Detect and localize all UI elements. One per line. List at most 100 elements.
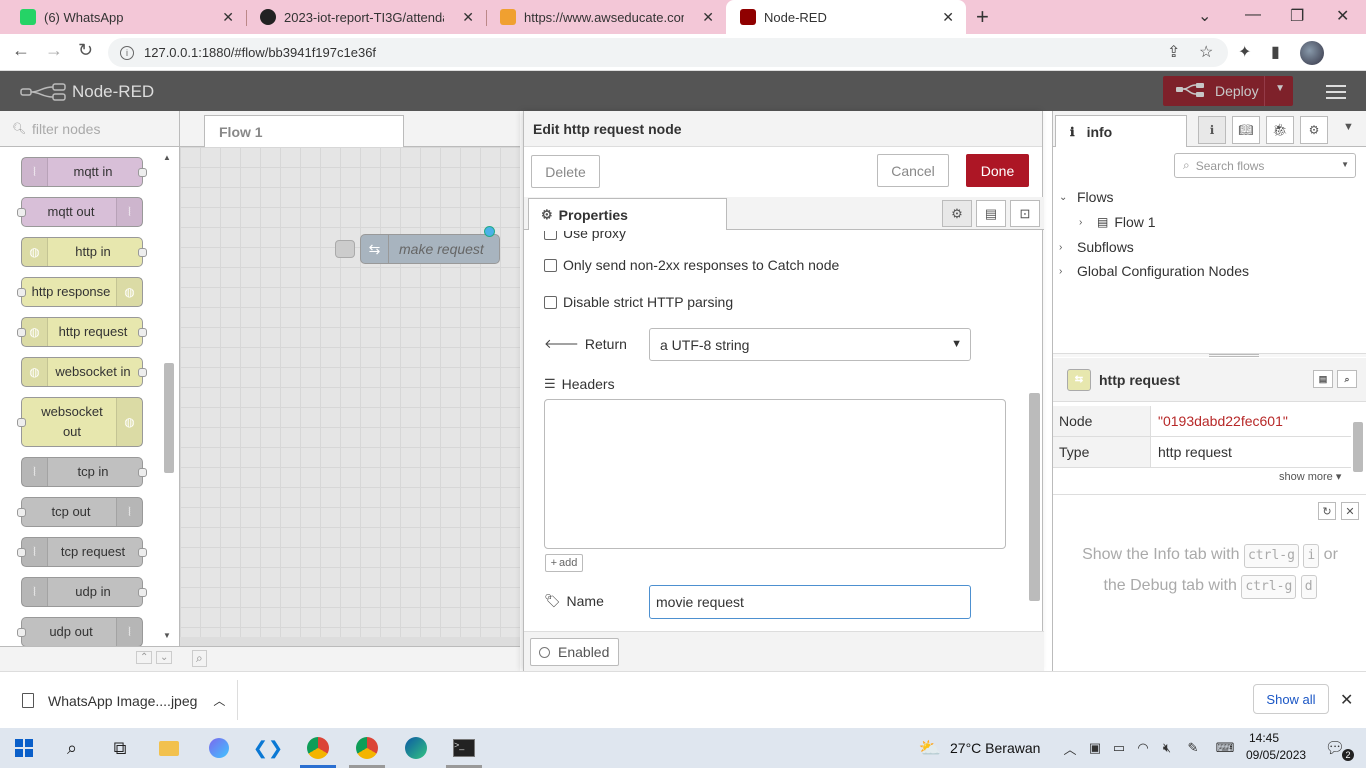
info-icon[interactable]: ℹ xyxy=(1198,116,1226,144)
tab-properties[interactable]: ⚙ Properties xyxy=(528,198,727,230)
task-view-icon[interactable]: ⧉ xyxy=(108,736,132,760)
palette-node[interactable]: ◍ http request xyxy=(17,317,147,347)
close-tab-icon[interactable]: ✕ xyxy=(702,9,714,26)
close-tab-icon[interactable]: ✕ xyxy=(462,9,474,26)
close-downloads-icon[interactable]: ✕ xyxy=(1340,690,1353,710)
tray-scrollbar[interactable] xyxy=(1029,393,1040,601)
flow-node-make-request[interactable]: ⇆ make request xyxy=(360,226,500,264)
chevron-up-icon[interactable]: ︿ xyxy=(213,692,225,709)
disable-strict-checkbox[interactable]: Disable strict HTTP parsing xyxy=(544,294,733,310)
browser-tab-nodered[interactable]: Node-RED ✕ xyxy=(726,0,966,34)
palette-node[interactable]: ⦚ mqtt out xyxy=(17,197,143,227)
side-panel-icon[interactable]: ▮ xyxy=(1271,42,1280,62)
appearance-icon[interactable]: ⊡ xyxy=(1010,200,1040,227)
palette-node[interactable]: ⦚ tcp request xyxy=(17,537,147,567)
windows-start-icon[interactable] xyxy=(12,736,36,760)
show-more-link[interactable]: show more ▾ xyxy=(1279,470,1341,483)
reload-icon[interactable]: ↻ xyxy=(78,40,93,61)
battery-icon[interactable]: ▭ xyxy=(1107,736,1131,760)
help-book-icon[interactable]: 📖︎ xyxy=(1232,116,1260,144)
browser-tab-awseducate[interactable]: https://www.awseducate.com/sig ✕ xyxy=(486,0,726,34)
minimize-icon[interactable]: — xyxy=(1245,6,1261,24)
clock-date[interactable]: 09/05/2023 xyxy=(1246,748,1306,762)
name-input[interactable]: movie request xyxy=(649,585,971,619)
share-icon[interactable]: ⇪ xyxy=(1167,42,1180,62)
chrome-profile-icon[interactable] xyxy=(355,736,379,760)
props-scrollbar[interactable] xyxy=(1351,406,1365,486)
palette-node[interactable]: ◍ http response xyxy=(17,277,143,307)
tab-flow-1[interactable]: Flow 1 xyxy=(204,115,404,147)
tab-info[interactable]: ℹ info xyxy=(1055,115,1187,147)
tab-search-chevron-icon[interactable]: ⌄ xyxy=(1198,6,1211,26)
sidebar-resize-handle[interactable] xyxy=(1053,353,1366,357)
close-icon[interactable]: ✕ xyxy=(1341,502,1359,520)
config-gear-icon[interactable]: ⚙ xyxy=(1300,116,1328,144)
download-item[interactable]: WhatsApp Image....jpeg ︿ xyxy=(22,692,225,709)
vscode-icon[interactable]: ❮❯ xyxy=(253,736,283,760)
show-all-button[interactable]: Show all xyxy=(1253,684,1329,714)
browser-tab-whatsapp[interactable]: (6) WhatsApp ✕ xyxy=(6,0,246,34)
chrome-icon[interactable] xyxy=(306,736,330,760)
flow-canvas[interactable]: ⇆ make request xyxy=(180,147,520,676)
palette-node[interactable]: ⦚ tcp out xyxy=(17,497,143,527)
file-explorer-icon[interactable] xyxy=(157,736,181,760)
address-bar[interactable]: i 127.0.0.1:1880/#flow/bb3941f197c1e36f xyxy=(108,38,1228,67)
bookmark-star-icon[interactable]: ☆ xyxy=(1199,42,1213,62)
delete-button[interactable]: Delete xyxy=(531,155,600,188)
description-icon[interactable]: ▤ xyxy=(976,200,1006,227)
new-tab-icon[interactable]: + xyxy=(976,4,989,30)
close-tab-icon[interactable]: ✕ xyxy=(942,9,954,26)
palette-node[interactable]: ⦚ tcp in xyxy=(21,457,147,487)
meet-now-icon[interactable]: ▣ xyxy=(1083,736,1107,760)
palette-node[interactable]: ◍ websocket out xyxy=(17,397,143,447)
clock-time[interactable]: 14:45 xyxy=(1249,731,1279,745)
headers-list[interactable] xyxy=(544,399,1006,549)
add-header-button[interactable]: + add xyxy=(545,554,583,572)
return-select[interactable]: a UTF-8 string ▼ xyxy=(649,328,971,361)
palette-node[interactable]: ⦚ udp in xyxy=(21,577,147,607)
collapse-all-icon[interactable]: ⌃ xyxy=(136,651,153,664)
caret-down-icon[interactable]: ▼ xyxy=(1275,83,1285,94)
weather-text[interactable]: 27°C Berawan xyxy=(950,740,1040,756)
wifi-icon[interactable]: ◠ xyxy=(1131,736,1155,760)
debug-bug-icon[interactable]: 🐞︎ xyxy=(1266,116,1294,144)
volume-muted-icon[interactable]: 🔇︎ xyxy=(1155,736,1179,760)
forward-icon[interactable]: → xyxy=(45,40,63,61)
tree-subflows[interactable]: › Subflows xyxy=(1059,239,1134,255)
app-icon[interactable] xyxy=(207,736,231,760)
deploy-button[interactable]: Deploy ▼ xyxy=(1163,76,1293,106)
close-tab-icon[interactable]: ✕ xyxy=(222,9,234,26)
chevron-up-icon[interactable]: ︿ xyxy=(1058,736,1082,760)
keyboard-icon[interactable]: ⌨ xyxy=(1213,736,1237,760)
caret-down-icon[interactable]: ▼ xyxy=(1341,160,1349,169)
refresh-icon[interactable]: ↻ xyxy=(1318,502,1336,520)
pen-icon[interactable]: ✎ xyxy=(1181,736,1205,760)
use-proxy-checkbox[interactable]: Use proxy xyxy=(544,231,626,241)
extensions-icon[interactable]: ✦ xyxy=(1238,42,1251,62)
palette-node[interactable]: ◍ http in xyxy=(21,237,147,267)
search-icon[interactable]: ⌕ xyxy=(192,650,207,667)
restore-icon[interactable]: ❐ xyxy=(1290,6,1304,26)
close-window-icon[interactable]: ✕ xyxy=(1336,6,1349,26)
edge-icon[interactable] xyxy=(404,736,428,760)
help-book-icon[interactable]: ▤ xyxy=(1313,370,1333,388)
tree-flow-1[interactable]: › ▤ Flow 1 xyxy=(1079,214,1156,230)
palette-node[interactable]: ◍ websocket in xyxy=(21,357,147,387)
tree-flows[interactable]: ⌄ Flows xyxy=(1059,189,1114,205)
palette-scrollbar[interactable]: ▲ ▼ xyxy=(163,153,175,643)
search-flows-input[interactable]: ⌕ Search flows ▼ xyxy=(1174,153,1356,178)
sidebar-menu-caret-icon[interactable]: ▼ xyxy=(1343,121,1354,133)
done-button[interactable]: Done xyxy=(966,154,1029,187)
profile-avatar[interactable] xyxy=(1300,41,1324,65)
main-menu-icon[interactable] xyxy=(1326,81,1346,103)
site-info-icon[interactable]: i xyxy=(120,45,134,60)
node-settings-gear-icon[interactable]: ⚙ xyxy=(942,200,972,227)
palette-node[interactable]: ⦚ mqtt in xyxy=(21,157,147,187)
terminal-icon[interactable]: >_ xyxy=(452,736,476,760)
cancel-button[interactable]: Cancel xyxy=(877,154,949,187)
weather-cloud-icon[interactable]: ⛅ xyxy=(918,736,942,760)
search-icon[interactable]: ⌕ xyxy=(1337,370,1357,388)
expand-all-icon[interactable]: ⌄ xyxy=(156,651,173,664)
palette-filter-input[interactable]: 🔍︎ filter nodes xyxy=(0,111,179,147)
search-icon[interactable]: ⌕ xyxy=(60,736,84,760)
